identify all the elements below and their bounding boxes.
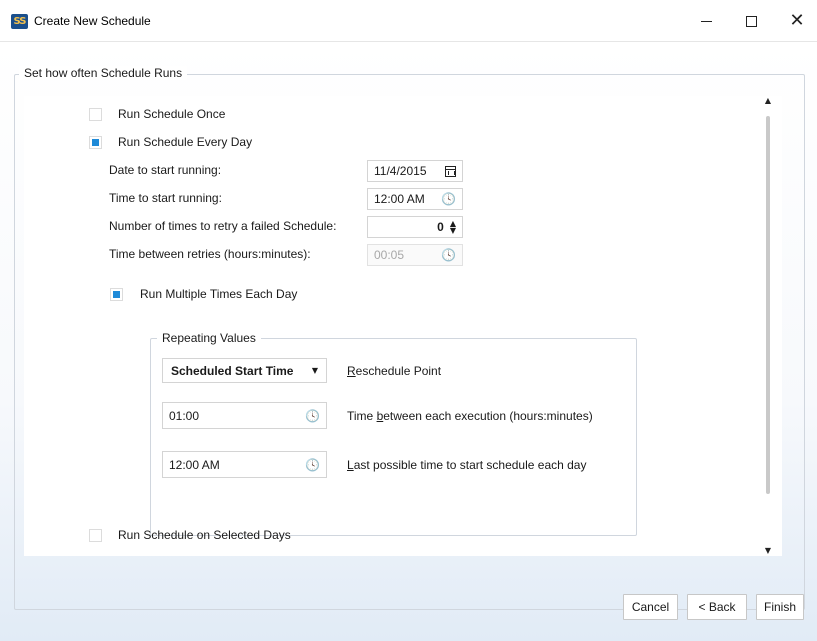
chevron-down-icon[interactable]: ▼ — [312, 366, 318, 375]
run-every-day-checkbox[interactable] — [89, 136, 102, 149]
run-selected-days-checkbox[interactable] — [89, 529, 102, 542]
execution-interval-input[interactable]: 01:00 🕓 — [162, 402, 327, 429]
close-icon: ✕ — [789, 10, 805, 31]
scroll-thumb[interactable] — [766, 116, 770, 494]
back-button[interactable]: < Back — [687, 594, 747, 620]
last-start-time-label: Last possible time to start schedule eac… — [347, 458, 586, 472]
run-once-checkbox[interactable] — [89, 108, 102, 121]
execution-interval-label-end: etween each execution (hours:minutes) — [383, 409, 593, 423]
execution-interval-value: 01:00 — [169, 408, 200, 423]
spinner-icon[interactable]: ▲ ▼ — [450, 220, 456, 235]
last-start-time-input[interactable]: 12:00 AM 🕓 — [162, 451, 327, 478]
retry-count-value: 0 — [437, 220, 444, 234]
app-logo-icon: SS — [11, 14, 28, 29]
run-once-label[interactable]: Run Schedule Once — [118, 107, 225, 121]
run-multiple-times-checkbox[interactable] — [110, 288, 123, 301]
dialog-body: Set how often Schedule Runs ▲ ▼ Run Sche… — [0, 42, 817, 641]
reschedule-point-access-key: R — [347, 364, 356, 378]
window-title: Create New Schedule — [34, 14, 151, 28]
minimize-button[interactable] — [683, 0, 729, 42]
reschedule-point-value: Scheduled Start Time — [171, 363, 294, 378]
retry-interval-label: Time between retries (hours:minutes): — [109, 247, 311, 261]
finish-button[interactable]: Finish — [756, 594, 804, 620]
spin-down-icon[interactable]: ▼ — [450, 227, 456, 235]
clock-icon: 🕓 — [441, 248, 456, 262]
reschedule-point-label: Reschedule Point — [347, 364, 441, 378]
last-start-time-label-text: ast possible time to start schedule each… — [353, 458, 587, 472]
execution-interval-label: Time between each execution (hours:minut… — [347, 409, 593, 423]
calendar-icon[interactable] — [445, 165, 456, 177]
execution-interval-label-start: Time — [347, 409, 377, 423]
last-start-time-access-key: L — [347, 458, 354, 472]
retry-count-stepper[interactable]: 0 ▲ ▼ — [367, 216, 463, 238]
start-date-value: 11/4/2015 — [374, 164, 427, 178]
close-button[interactable]: ✕ — [774, 0, 817, 42]
start-time-value: 12:00 AM — [374, 192, 425, 206]
reschedule-point-label-text: eschedule Point — [355, 364, 442, 378]
clock-icon[interactable]: 🕓 — [305, 459, 320, 471]
start-date-picker[interactable]: 11/4/2015 — [367, 160, 463, 182]
maximize-button[interactable] — [728, 0, 774, 42]
retry-count-label: Number of times to retry a failed Schedu… — [109, 219, 337, 233]
run-selected-days-label[interactable]: Run Schedule on Selected Days — [118, 528, 291, 542]
vertical-scrollbar[interactable]: ▲ ▼ — [760, 96, 776, 556]
cancel-button[interactable]: Cancel — [623, 594, 678, 620]
start-time-label: Time to start running: — [109, 191, 222, 205]
minimize-icon — [700, 20, 712, 22]
schedule-frequency-legend: Set how often Schedule Runs — [19, 66, 188, 80]
title-bar: SS Create New Schedule ✕ — [0, 0, 817, 42]
maximize-icon — [745, 15, 757, 27]
run-every-day-label[interactable]: Run Schedule Every Day — [118, 135, 252, 149]
retry-interval-picker: 00:05 🕓 — [367, 244, 463, 266]
repeating-values-legend: Repeating Values — [157, 331, 261, 345]
clock-icon[interactable]: 🕓 — [441, 193, 456, 205]
clock-icon[interactable]: 🕓 — [305, 410, 320, 422]
scroll-up-arrow-icon[interactable]: ▲ — [762, 96, 774, 106]
reschedule-point-dropdown[interactable]: Scheduled Start Time ▼ — [162, 358, 327, 383]
run-multiple-times-label[interactable]: Run Multiple Times Each Day — [140, 287, 297, 301]
start-time-picker[interactable]: 12:00 AM 🕓 — [367, 188, 463, 210]
scroll-down-arrow-icon[interactable]: ▼ — [762, 546, 774, 556]
last-start-time-value: 12:00 AM — [169, 457, 220, 472]
retry-interval-value: 00:05 — [374, 248, 405, 262]
start-date-label: Date to start running: — [109, 163, 222, 177]
